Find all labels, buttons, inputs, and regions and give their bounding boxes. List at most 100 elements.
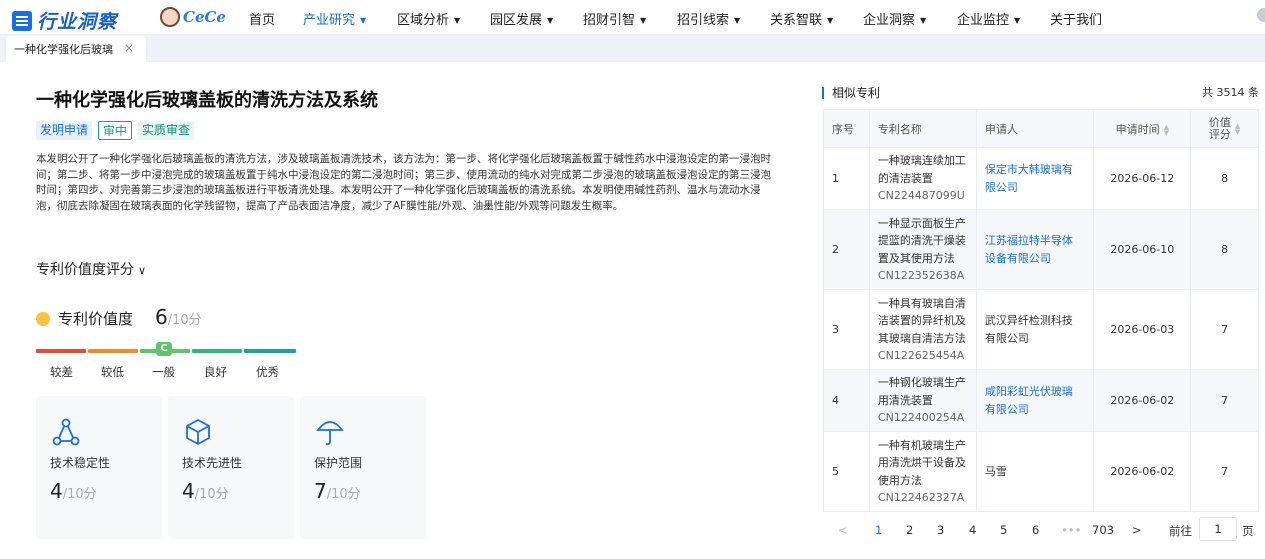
col-header-name: 专利名称 <box>868 109 977 148</box>
applicant-line: 江苏福拉特半导体 <box>984 234 1073 247</box>
nav-item-2[interactable]: 产业研究 ▼ <box>303 9 366 28</box>
caret-down-icon: ▼ <box>827 16 834 25</box>
nav-item-label: 招引线索 <box>677 13 730 28</box>
nav-item-8[interactable]: 企业洞察 ▼ <box>863 9 926 28</box>
patent-code: CN122352638A <box>877 269 965 282</box>
cell-score: 8 <box>1190 147 1259 210</box>
scale-label: 一般 <box>152 365 175 379</box>
applicant-line: 限公司 <box>984 180 1018 194</box>
caret-down-icon: ▼ <box>547 16 554 25</box>
page-number-6[interactable]: 6 <box>1032 523 1039 537</box>
page-number-last[interactable]: 703 <box>1092 523 1114 537</box>
pages-ellipsis[interactable]: ••• <box>1061 523 1081 537</box>
patent-name-line: 其玻璃自清洁方法 <box>877 331 966 345</box>
scale-segment <box>244 349 296 353</box>
value-score-row: 专利价值度 6 /10分 <box>36 305 202 329</box>
patent-code: CN122625454A <box>877 349 965 362</box>
cell-patent-name[interactable]: 一种显示面板生产 提篮的清洗干燥装 置及其使用方法 CN122352638A <box>868 209 977 290</box>
page-number-3[interactable]: 3 <box>937 523 944 537</box>
nav-item-label: 关系智联 <box>770 13 823 28</box>
table-row[interactable]: 2 一种显示面板生产 提篮的清洗干燥装 置及其使用方法 CN122352638A 江苏福拉… <box>823 209 1259 290</box>
nav-item-9[interactable]: 企业监控 ▼ <box>957 9 1020 28</box>
close-icon[interactable]: × <box>124 41 134 55</box>
cell-no: 3 <box>823 289 870 370</box>
cell-applicant: 武汉异纤检测科技 有限公司 <box>975 289 1095 370</box>
applicant-line: 保定市大韩玻璃有 <box>984 163 1073 176</box>
patent-code: CN122462327A <box>877 491 965 504</box>
cell-applicant[interactable]: 咸阳彩虹光伏玻璃 有限公司 <box>975 369 1095 432</box>
grade-marker: C <box>156 342 172 356</box>
col-header-date-label: 申请时间 <box>1115 122 1160 136</box>
col-header-no: 序号 <box>823 109 870 148</box>
chevron-down-icon: ∨ <box>138 264 147 277</box>
similar-patents-header: 相似专利 <box>822 84 880 101</box>
table-row[interactable]: 4 一种钢化玻璃生产 用清洗装置 CN122400254A 咸阳彩虹光伏玻璃 有限公司 20… <box>823 369 1259 432</box>
rating-section-toggle[interactable]: 专利价值度评分 ∨ <box>36 259 146 279</box>
section-accent-bar <box>822 86 824 99</box>
brand-logo[interactable]: 行业洞察 <box>12 7 117 34</box>
patent-name-line: 使用方法 <box>877 473 922 487</box>
prev-page-button[interactable]: < <box>838 523 848 537</box>
score-card-label: 技术稳定性 <box>50 456 111 470</box>
nav-item-4[interactable]: 园区发展 ▼ <box>490 9 553 28</box>
cell-applicant[interactable]: 江苏福拉特半导体 设备有限公司 <box>975 209 1095 290</box>
cell-patent-name[interactable]: 一种具有玻璃自清 洁装置的异纤机及 其玻璃自清洁方法 CN122625454A <box>868 289 977 370</box>
logo-icon <box>12 10 32 31</box>
goto-page-input[interactable]: 1 <box>1199 517 1237 541</box>
nav-item-label: 企业洞察 <box>863 13 916 28</box>
nav-item-label: 关于我们 <box>1050 13 1103 28</box>
page-number-2[interactable]: 2 <box>906 523 913 537</box>
user-avatar[interactable] <box>1257 8 1265 22</box>
mascot-text: CeCe <box>183 8 226 26</box>
scale-label: 较低 <box>101 365 124 379</box>
sort-icon[interactable]: ▲ ▼ <box>1164 123 1169 136</box>
cell-date: 2026-06-03 <box>1093 289 1192 370</box>
nav-item-6[interactable]: 招引线索 ▼ <box>677 9 740 28</box>
cell-score: 7 <box>1190 431 1259 512</box>
score-card-value: 7 <box>314 479 327 503</box>
value-label: 专利价值度 <box>58 310 134 328</box>
next-page-button[interactable]: > <box>1132 523 1142 537</box>
nav-item-5[interactable]: 招财引智 ▼ <box>583 9 646 28</box>
nav-item-10[interactable]: 关于我们 <box>1050 9 1102 28</box>
nav-item-7[interactable]: 关系智联 ▼ <box>770 9 833 28</box>
nav-item-1[interactable]: 首页 <box>249 9 275 28</box>
cell-applicant: 马雪 <box>975 431 1095 512</box>
similar-patents-table: 序号 专利名称 申请人 申请时间 ▲ ▼ 价值 评分▲ ▼ 1 一种玻璃连续加工 的清洁装置… <box>823 109 1259 512</box>
col-header-date[interactable]: 申请时间 ▲ ▼ <box>1093 109 1192 148</box>
applicant-line: 马雪 <box>984 464 1007 478</box>
col-header-score-label: 价值 评分 <box>1208 115 1231 141</box>
cell-applicant[interactable]: 保定市大韩玻璃有 限公司 <box>975 147 1095 210</box>
table-row[interactable]: 3 一种具有玻璃自清 洁装置的异纤机及 其玻璃自清洁方法 CN122625454A 武汉异… <box>823 289 1259 370</box>
cell-patent-name[interactable]: 一种有机玻璃生产 用清洗烘干设备及 使用方法 CN122462327A <box>868 431 977 512</box>
sort-icon[interactable]: ▲ ▼ <box>1235 122 1240 135</box>
nav-item-label: 园区发展 <box>490 13 543 28</box>
applicant-line: 咸阳彩虹光伏玻璃 <box>984 385 1073 398</box>
nav-item-3[interactable]: 区域分析 ▼ <box>397 9 460 28</box>
col-header-score[interactable]: 价值 评分 ▲ ▼ <box>1190 109 1259 148</box>
page-number-1[interactable]: 1 <box>875 523 882 537</box>
neutral-face-icon <box>36 312 50 326</box>
patent-name-line: 一种具有玻璃自清 <box>877 296 966 310</box>
nav-item-label: 企业监控 <box>957 13 1010 28</box>
page-number-5[interactable]: 5 <box>1000 523 1007 537</box>
scale-segment <box>88 349 138 353</box>
patent-name-line: 用清洗装置 <box>877 393 933 407</box>
tab-bar: 一种化学强化后玻璃 × <box>0 34 1265 62</box>
cell-patent-name[interactable]: 一种玻璃连续加工 的清洁装置 CN224487099U <box>868 147 977 210</box>
top-nav: 行业洞察 CeCe 首页 产业研究 ▼ 区域分析 ▼ 园区发展 ▼ 招财引智 ▼ 招引线索 ▼ 关系智… <box>0 0 1265 34</box>
table-row[interactable]: 5 一种有机玻璃生产 用清洗烘干设备及 使用方法 CN122462327A 马雪 2026-… <box>823 431 1259 512</box>
similar-patents-total: 共 3514 条 <box>1202 86 1259 99</box>
rating-section-title: 专利价值度评分 <box>36 262 134 278</box>
score-card-denominator: /10分 <box>62 487 97 502</box>
table-row[interactable]: 1 一种玻璃连续加工 的清洁装置 CN224487099U 保定市大韩玻璃有 限公司 202… <box>823 147 1259 210</box>
mascot-cece[interactable]: CeCe <box>160 5 226 29</box>
page-number-4[interactable]: 4 <box>969 523 976 537</box>
cell-patent-name[interactable]: 一种钢化玻璃生产 用清洗装置 CN122400254A <box>868 369 977 432</box>
value-score: 6 <box>155 305 168 329</box>
applicant-line: 武汉异纤检测科技 <box>984 314 1073 327</box>
tag-exam-stage: 实质审查 <box>138 121 195 140</box>
tab-patent-detail[interactable]: 一种化学强化后玻璃 × <box>6 36 146 62</box>
value-score-denominator: /10分 <box>167 313 202 328</box>
score-card: 技术稳定性 4/10分 <box>36 396 162 539</box>
